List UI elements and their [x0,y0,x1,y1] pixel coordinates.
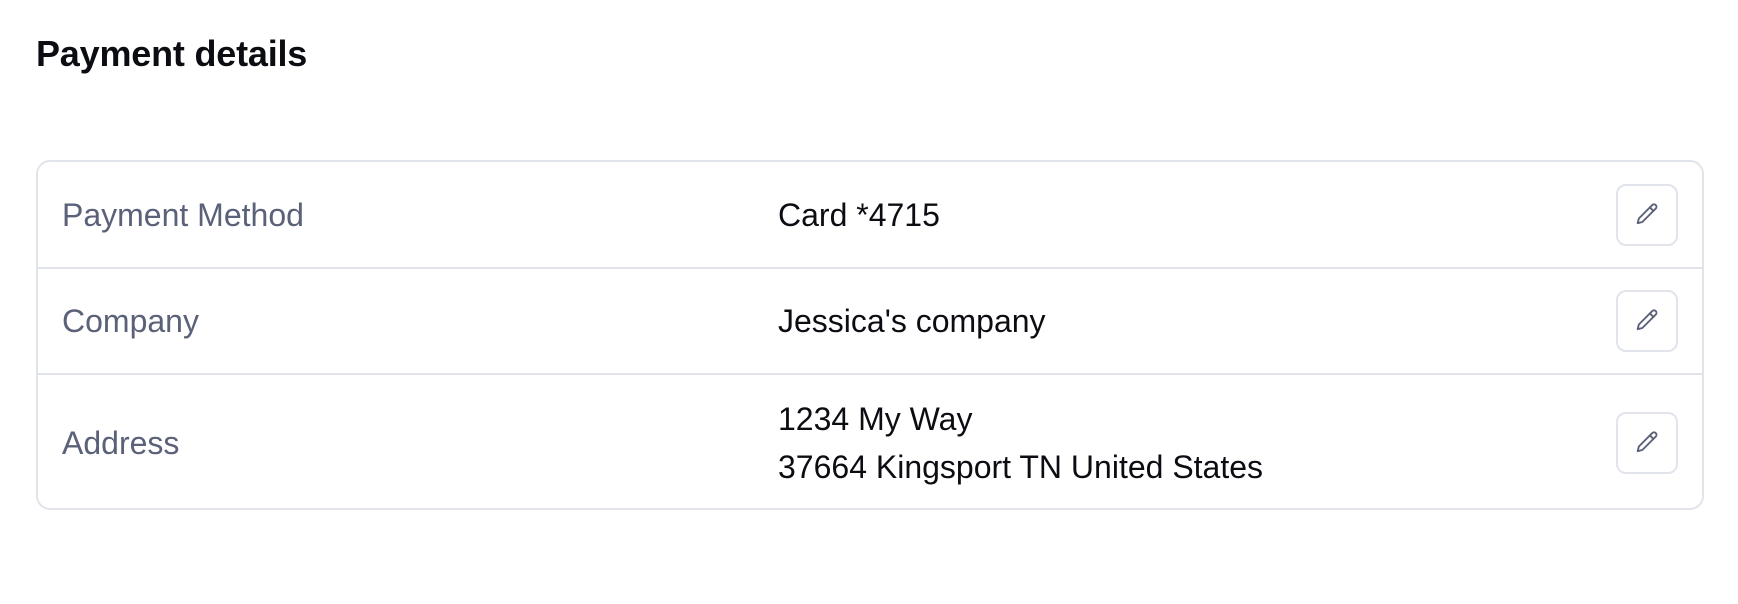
address-line-1: 1234 My Way [778,400,973,437]
payment-method-row: Payment Method Card *4715 [38,162,1702,269]
address-line-2: 37664 Kingsport TN United States [778,448,1264,485]
edit-payment-method-button[interactable] [1616,183,1678,246]
edit-company-button[interactable] [1616,290,1678,352]
address-label: Address [62,424,180,461]
company-label: Company [62,303,199,339]
pencil-icon [1633,429,1661,457]
payment-method-label: Payment Method [62,196,304,233]
address-row: Address 1234 My Way 37664 Kingsport TN U… [38,375,1702,508]
company-row: Company Jessica's company [38,269,1702,375]
pencil-icon [1633,201,1661,229]
edit-address-button[interactable] [1616,411,1678,474]
page-title: Payment details [36,33,308,74]
address-value: 1234 My Way 37664 Kingsport TN United St… [778,395,1263,491]
company-value: Jessica's company [778,303,1046,339]
payment-method-value: Card *4715 [778,196,940,233]
pencil-icon [1633,307,1661,335]
payment-details-card: Payment Method Card *4715 Company Jessic… [36,160,1704,510]
